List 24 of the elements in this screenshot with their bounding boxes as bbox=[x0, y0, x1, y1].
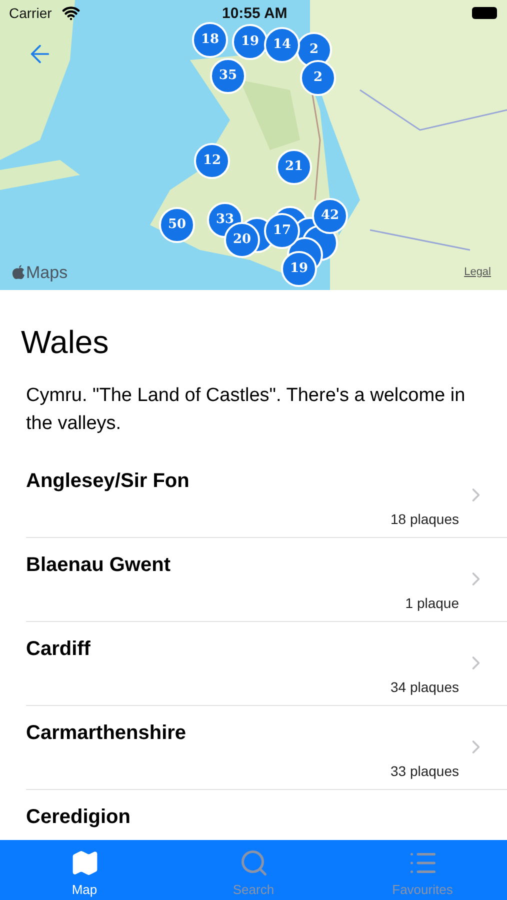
carrier-label: Carrier bbox=[9, 4, 52, 23]
search-icon bbox=[238, 848, 268, 878]
status-time: 10:55 AM bbox=[222, 4, 288, 24]
region-description: Cymru. "The Land of Castles". There's a welcome in the valleys. bbox=[25, 384, 466, 436]
plaque-count: 33 plaques bbox=[390, 762, 459, 781]
county-row[interactable]: Carmarthenshire 33 plaques bbox=[26, 706, 507, 790]
county-row[interactable]: Anglesey/Sir Fon 18 plaques bbox=[26, 454, 507, 538]
county-name: Ceredigion bbox=[26, 805, 132, 830]
apple-logo-icon bbox=[12, 265, 25, 280]
county-name: Cardiff bbox=[26, 637, 92, 662]
region-title: Wales bbox=[20, 323, 110, 362]
tab-bar-item[interactable]: Map bbox=[0, 840, 169, 900]
county-name: Blaenau Gwent bbox=[26, 553, 172, 578]
county-name: Carmarthenshire bbox=[26, 721, 188, 746]
county-row[interactable]: Blaenau Gwent 1 plaque bbox=[26, 538, 507, 622]
maps-attribution: Maps bbox=[26, 262, 68, 284]
battery-icon bbox=[472, 7, 497, 19]
plaque-count: 34 plaques bbox=[390, 678, 459, 697]
plaque-count: 1 plaque bbox=[405, 594, 459, 613]
county-row[interactable]: Cardiff 34 plaques bbox=[26, 622, 507, 706]
legal-link[interactable]: Legal bbox=[464, 264, 491, 280]
county-name: Anglesey/Sir Fon bbox=[26, 469, 190, 494]
plaque-count: 18 plaques bbox=[390, 510, 459, 529]
wifi-icon bbox=[62, 4, 80, 22]
